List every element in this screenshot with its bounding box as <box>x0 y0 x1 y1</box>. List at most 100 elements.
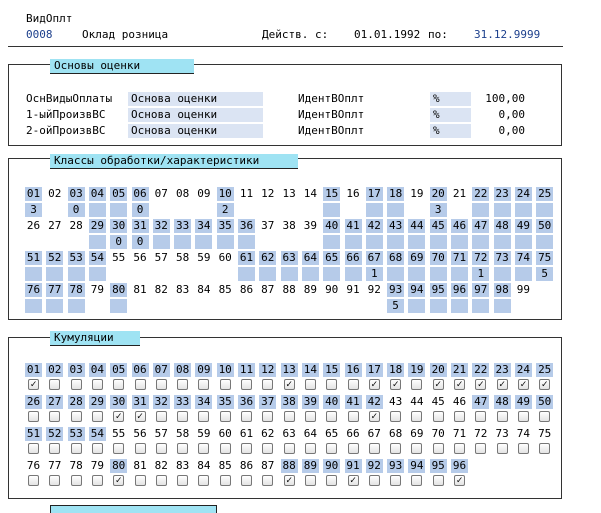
processing-class-value[interactable] <box>451 235 468 249</box>
cumulation-checkbox[interactable] <box>91 475 103 486</box>
processing-class-value[interactable] <box>366 299 383 313</box>
processing-class-value[interactable] <box>429 299 447 313</box>
processing-class-value[interactable] <box>429 235 447 249</box>
processing-class-value[interactable]: 3 <box>429 203 447 217</box>
cumulation-checkbox[interactable] <box>155 475 167 486</box>
cumulation-checkbox[interactable] <box>49 411 61 422</box>
cumulation-checkbox[interactable]: ✓ <box>134 411 146 422</box>
processing-class-value[interactable] <box>301 267 319 281</box>
processing-class-value[interactable] <box>238 267 255 281</box>
cumulation-checkbox[interactable] <box>219 475 231 486</box>
processing-class-value[interactable] <box>88 203 106 217</box>
cumulation-checkbox[interactable] <box>241 379 252 390</box>
basis-percent-value[interactable]: 0,00 <box>474 124 529 138</box>
processing-class-value[interactable] <box>344 235 362 249</box>
processing-class-value[interactable] <box>493 267 511 281</box>
cumulation-checkbox[interactable] <box>368 475 380 486</box>
processing-class-value[interactable] <box>302 299 319 313</box>
cumulation-checkbox[interactable] <box>432 443 444 454</box>
cumulation-checkbox[interactable] <box>390 443 402 454</box>
processing-class-value[interactable] <box>387 203 405 217</box>
cumulation-checkbox[interactable] <box>198 475 210 486</box>
processing-class-value[interactable] <box>174 299 191 313</box>
cumulation-checkbox[interactable]: ✓ <box>113 475 125 486</box>
processing-class-value[interactable] <box>238 203 255 217</box>
cumulation-checkbox[interactable]: ✓ <box>283 379 295 390</box>
cumulation-checkbox[interactable] <box>219 443 231 454</box>
cumulation-checkbox[interactable] <box>262 411 274 422</box>
processing-class-value[interactable] <box>281 299 298 313</box>
cumulation-checkbox[interactable] <box>91 379 103 390</box>
processing-class-value[interactable] <box>195 235 213 249</box>
processing-class-value[interactable] <box>281 203 298 217</box>
processing-class-value[interactable] <box>110 203 128 217</box>
processing-class-value[interactable] <box>153 299 170 313</box>
cumulation-checkbox[interactable] <box>177 443 189 454</box>
cumulation-checkbox[interactable] <box>28 475 39 486</box>
processing-class-value[interactable] <box>451 299 468 313</box>
cumulation-checkbox[interactable] <box>155 379 167 390</box>
processing-class-value[interactable]: 1 <box>365 267 383 281</box>
cumulation-checkbox[interactable] <box>432 411 444 422</box>
cumulation-checkbox[interactable] <box>113 443 125 454</box>
cumulation-checkbox[interactable] <box>91 443 103 454</box>
processing-class-value[interactable] <box>216 235 234 249</box>
processing-class-value[interactable] <box>323 203 341 217</box>
cumulation-checkbox[interactable] <box>28 411 39 422</box>
processing-class-value[interactable] <box>536 235 554 249</box>
cumulation-checkbox[interactable] <box>241 443 252 454</box>
processing-class-value[interactable] <box>88 267 106 281</box>
cumulation-checkbox[interactable] <box>304 443 316 454</box>
processing-class-value[interactable] <box>195 203 212 217</box>
processing-class-value[interactable] <box>472 203 490 217</box>
cumulation-checkbox[interactable] <box>262 379 274 390</box>
basis-field-input[interactable]: Основа оценки <box>128 108 263 122</box>
processing-class-value[interactable] <box>345 203 362 217</box>
processing-class-value[interactable] <box>408 299 426 313</box>
cumulation-checkbox[interactable] <box>454 443 465 454</box>
cumulation-checkbox[interactable] <box>304 411 316 422</box>
processing-class-value[interactable] <box>217 267 234 281</box>
processing-class-value[interactable] <box>89 299 106 313</box>
processing-class-value[interactable]: 0 <box>131 235 149 249</box>
basis-field-input[interactable]: Основа оценки <box>128 124 263 138</box>
processing-class-value[interactable] <box>238 299 255 313</box>
cumulation-checkbox[interactable]: ✓ <box>283 475 295 486</box>
cumulation-checkbox[interactable] <box>49 443 61 454</box>
processing-class-value[interactable] <box>25 267 42 281</box>
processing-class-value[interactable] <box>259 235 276 249</box>
processing-class-value[interactable] <box>493 235 511 249</box>
processing-class-value[interactable] <box>493 203 511 217</box>
processing-class-value[interactable] <box>323 267 341 281</box>
cumulation-checkbox[interactable] <box>517 411 529 422</box>
processing-class-value[interactable] <box>365 203 383 217</box>
processing-class-value[interactable] <box>514 267 532 281</box>
cumulation-checkbox[interactable] <box>219 379 231 390</box>
cumulation-checkbox[interactable] <box>432 475 444 486</box>
cumulation-checkbox[interactable] <box>134 443 146 454</box>
cumulation-checkbox[interactable]: ✓ <box>454 379 465 390</box>
cumulation-checkbox[interactable] <box>70 443 82 454</box>
cumulation-checkbox[interactable] <box>283 443 295 454</box>
processing-class-value[interactable] <box>323 235 341 249</box>
cumulation-checkbox[interactable] <box>475 411 487 422</box>
processing-class-value[interactable] <box>110 299 128 313</box>
cumulation-checkbox[interactable] <box>326 443 338 454</box>
processing-class-value[interactable] <box>451 267 468 281</box>
processing-class-value[interactable]: 0 <box>67 203 85 217</box>
processing-class-value[interactable] <box>67 299 85 313</box>
processing-class-value[interactable]: 5 <box>536 267 554 281</box>
processing-class-value[interactable] <box>429 267 447 281</box>
cumulation-checkbox[interactable]: ✓ <box>347 475 359 486</box>
cumulation-checkbox[interactable]: ✓ <box>113 411 125 422</box>
cumulation-checkbox[interactable] <box>113 379 125 390</box>
cumulation-checkbox[interactable] <box>49 379 61 390</box>
cumulation-checkbox[interactable]: ✓ <box>368 411 380 422</box>
cumulation-checkbox[interactable] <box>390 475 402 486</box>
cumulation-checkbox[interactable] <box>411 475 423 486</box>
cumulation-checkbox[interactable] <box>326 379 338 390</box>
processing-class-value[interactable]: 1 <box>472 267 490 281</box>
processing-class-value[interactable] <box>46 299 64 313</box>
cumulation-checkbox[interactable] <box>539 411 551 422</box>
processing-class-value[interactable] <box>387 235 405 249</box>
